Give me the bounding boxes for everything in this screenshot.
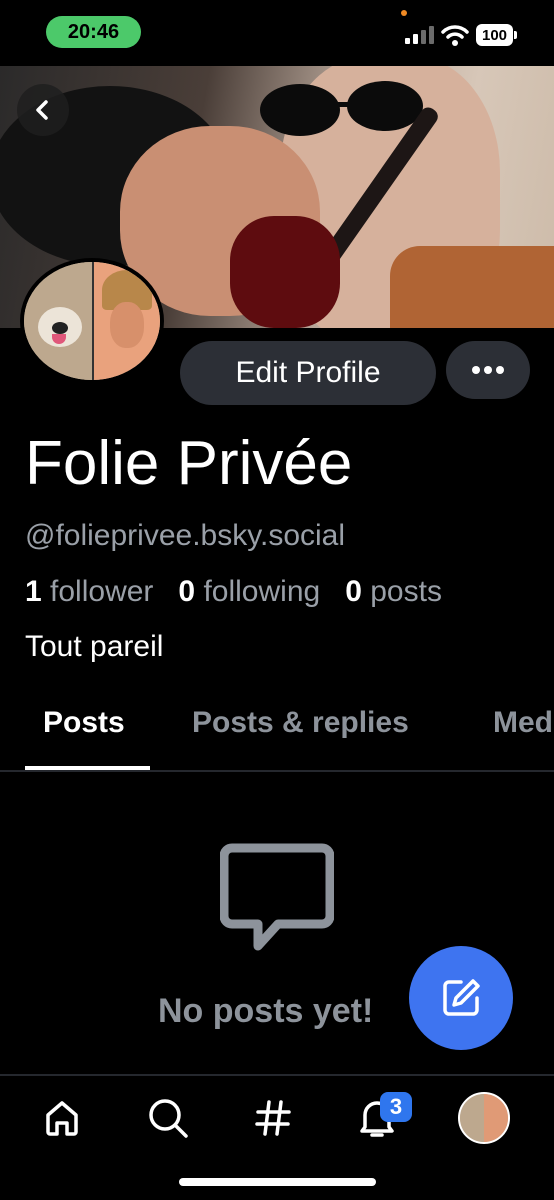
- posts-label: posts: [370, 575, 442, 608]
- message-bubble-icon: [220, 843, 334, 951]
- hashtag-icon: [255, 1100, 291, 1136]
- profile-stats: 1 follower 0 following 0 posts: [25, 575, 442, 609]
- profile-avatar[interactable]: [20, 258, 164, 384]
- nav-search-button[interactable]: [146, 1096, 190, 1140]
- chevron-left-icon: [36, 100, 48, 120]
- empty-state-message: No posts yet!: [158, 992, 374, 1030]
- tab-media[interactable]: Med: [493, 706, 553, 740]
- compose-icon: [443, 979, 480, 1016]
- following-link[interactable]: 0 following: [178, 575, 320, 608]
- user-handle: @folieprivee.bsky.social: [25, 519, 346, 552]
- home-icon: [46, 1101, 78, 1136]
- posts-stat: 0 posts: [345, 575, 442, 608]
- display-name: Folie Privée: [25, 429, 353, 498]
- home-indicator[interactable]: [179, 1178, 376, 1186]
- tab-posts[interactable]: Posts: [43, 706, 125, 740]
- battery-level: 100: [476, 24, 513, 46]
- wifi-icon: [441, 25, 469, 46]
- followers-label: follower: [50, 575, 154, 608]
- followers-count: 1: [25, 575, 42, 608]
- privacy-indicator-dot: [401, 10, 407, 16]
- notification-count-badge: 3: [380, 1092, 412, 1122]
- edit-profile-button[interactable]: Edit Profile: [180, 341, 436, 405]
- back-button[interactable]: [17, 84, 69, 136]
- ellipsis-icon: [472, 366, 504, 374]
- search-icon: [149, 1099, 188, 1138]
- following-count: 0: [178, 575, 196, 608]
- nav-home-button[interactable]: [40, 1096, 84, 1140]
- nav-profile-avatar[interactable]: [458, 1092, 510, 1144]
- profile-tabs: Posts Posts & replies Med: [0, 690, 554, 772]
- tab-selected-indicator: [25, 766, 150, 770]
- profile-bio: Tout pareil: [25, 630, 164, 663]
- following-label: following: [203, 575, 321, 608]
- cellular-signal-icon: [405, 26, 434, 44]
- more-options-button[interactable]: [446, 341, 530, 399]
- followers-link[interactable]: 1 follower: [25, 575, 153, 608]
- tab-posts-and-replies[interactable]: Posts & replies: [192, 706, 409, 740]
- status-bar: 20:46 100: [0, 0, 554, 66]
- compose-post-button[interactable]: [409, 946, 513, 1050]
- nav-feeds-button[interactable]: [251, 1096, 295, 1140]
- posts-count: 0: [345, 575, 362, 608]
- battery-icon: 100: [476, 24, 518, 46]
- clock: 20:46: [46, 16, 141, 48]
